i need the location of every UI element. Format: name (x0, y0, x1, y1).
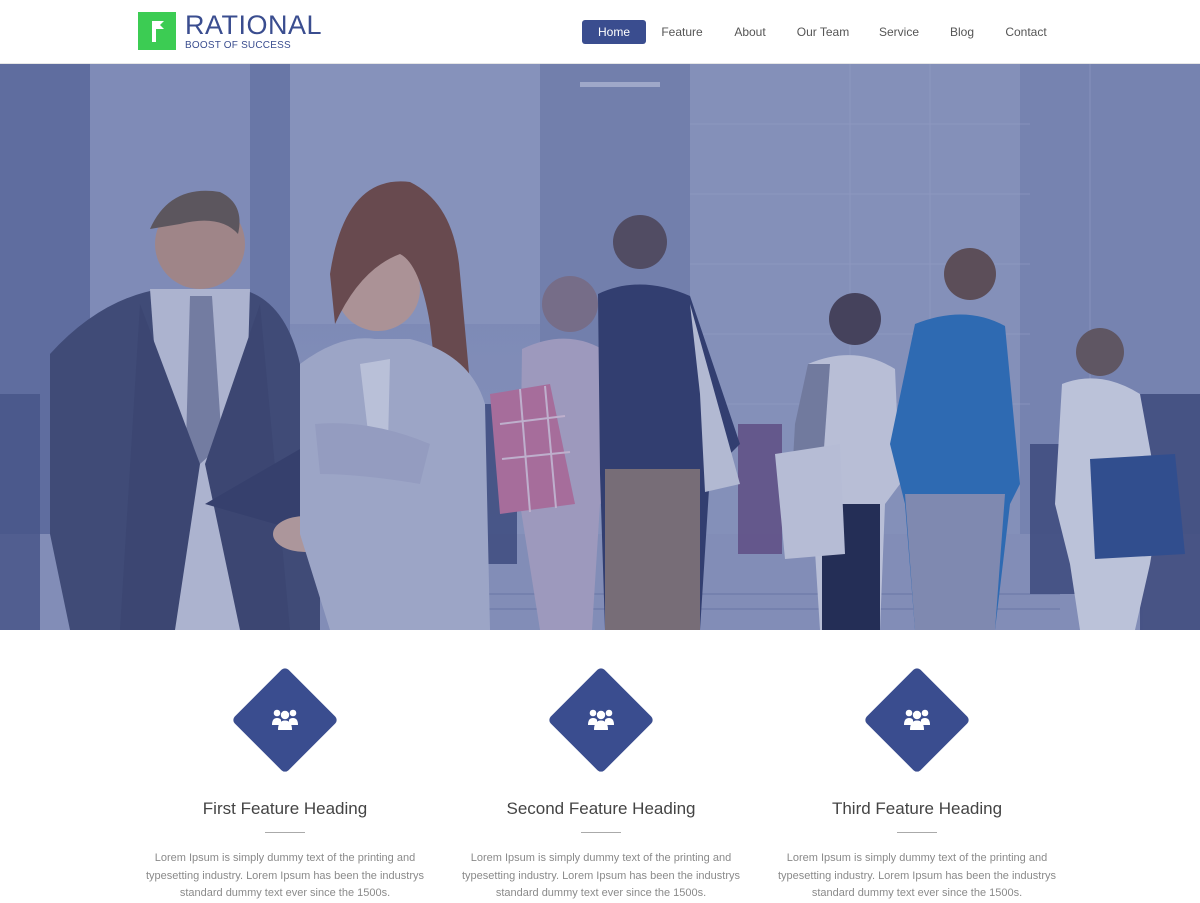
main-nav: Home Feature About Our Team Service Blog… (0, 20, 1200, 44)
feature-icon-badge (547, 666, 655, 774)
users-icon (904, 709, 930, 730)
feature-heading: First Feature Heading (202, 799, 368, 818)
hero-banner (0, 64, 1200, 630)
nav-item-blog[interactable]: Blog (940, 20, 984, 44)
features-section: First Feature Heading Lorem Ipsum is sim… (0, 630, 1200, 900)
feature-divider (581, 832, 621, 833)
feature-description: Lorem Ipsum is simply dummy text of the … (146, 852, 424, 899)
nav-item-home[interactable]: Home (582, 20, 646, 44)
feature-icon-badge (231, 666, 339, 774)
feature-heading: Third Feature Heading (831, 799, 1003, 818)
site-header: RATIONAL BOOST OF SUCCESS Home Feature A… (0, 0, 1200, 64)
nav-item-our-team[interactable]: Our Team (790, 20, 856, 44)
hero-photo (0, 64, 1200, 630)
feature-description: Lorem Ipsum is simply dummy text of the … (462, 852, 740, 899)
nav-item-contact[interactable]: Contact (998, 20, 1054, 44)
users-icon (588, 709, 614, 730)
feature-icon-badge (863, 666, 971, 774)
feature-heading: Second Feature Heading (506, 799, 696, 818)
feature-description: Lorem Ipsum is simply dummy text of the … (778, 852, 1056, 899)
feature-divider (897, 832, 937, 833)
nav-item-service[interactable]: Service (870, 20, 928, 44)
nav-item-feature[interactable]: Feature (654, 20, 710, 44)
users-icon (272, 709, 298, 730)
nav-item-about[interactable]: About (723, 20, 777, 44)
feature-divider (265, 832, 305, 833)
